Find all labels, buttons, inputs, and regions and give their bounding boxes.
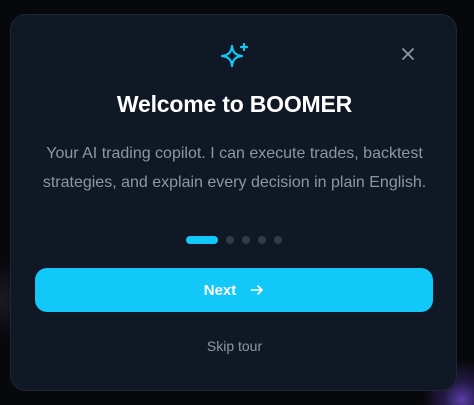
skip-tour-link[interactable]: Skip tour	[11, 338, 458, 354]
step-indicator	[186, 236, 290, 244]
sparkle-icon	[220, 42, 249, 68]
dialog-title: Welcome to BOOMER	[116, 91, 353, 117]
close-icon[interactable]	[398, 44, 418, 64]
arrow-right-icon	[250, 285, 264, 295]
step-dot-2[interactable]	[226, 236, 234, 244]
dialog-description: Your AI trading copilot. I can execute t…	[42, 145, 427, 191]
onboarding-dialog: Welcome to BOOMER Your AI trading copilo…	[10, 14, 457, 391]
next-button[interactable]: Next	[35, 268, 433, 312]
next-button-label: Next	[203, 281, 237, 299]
step-dot-4[interactable]	[258, 236, 266, 244]
step-dot-5[interactable]	[274, 236, 282, 244]
step-dot-1[interactable]	[186, 236, 218, 244]
step-dot-3[interactable]	[242, 236, 250, 244]
